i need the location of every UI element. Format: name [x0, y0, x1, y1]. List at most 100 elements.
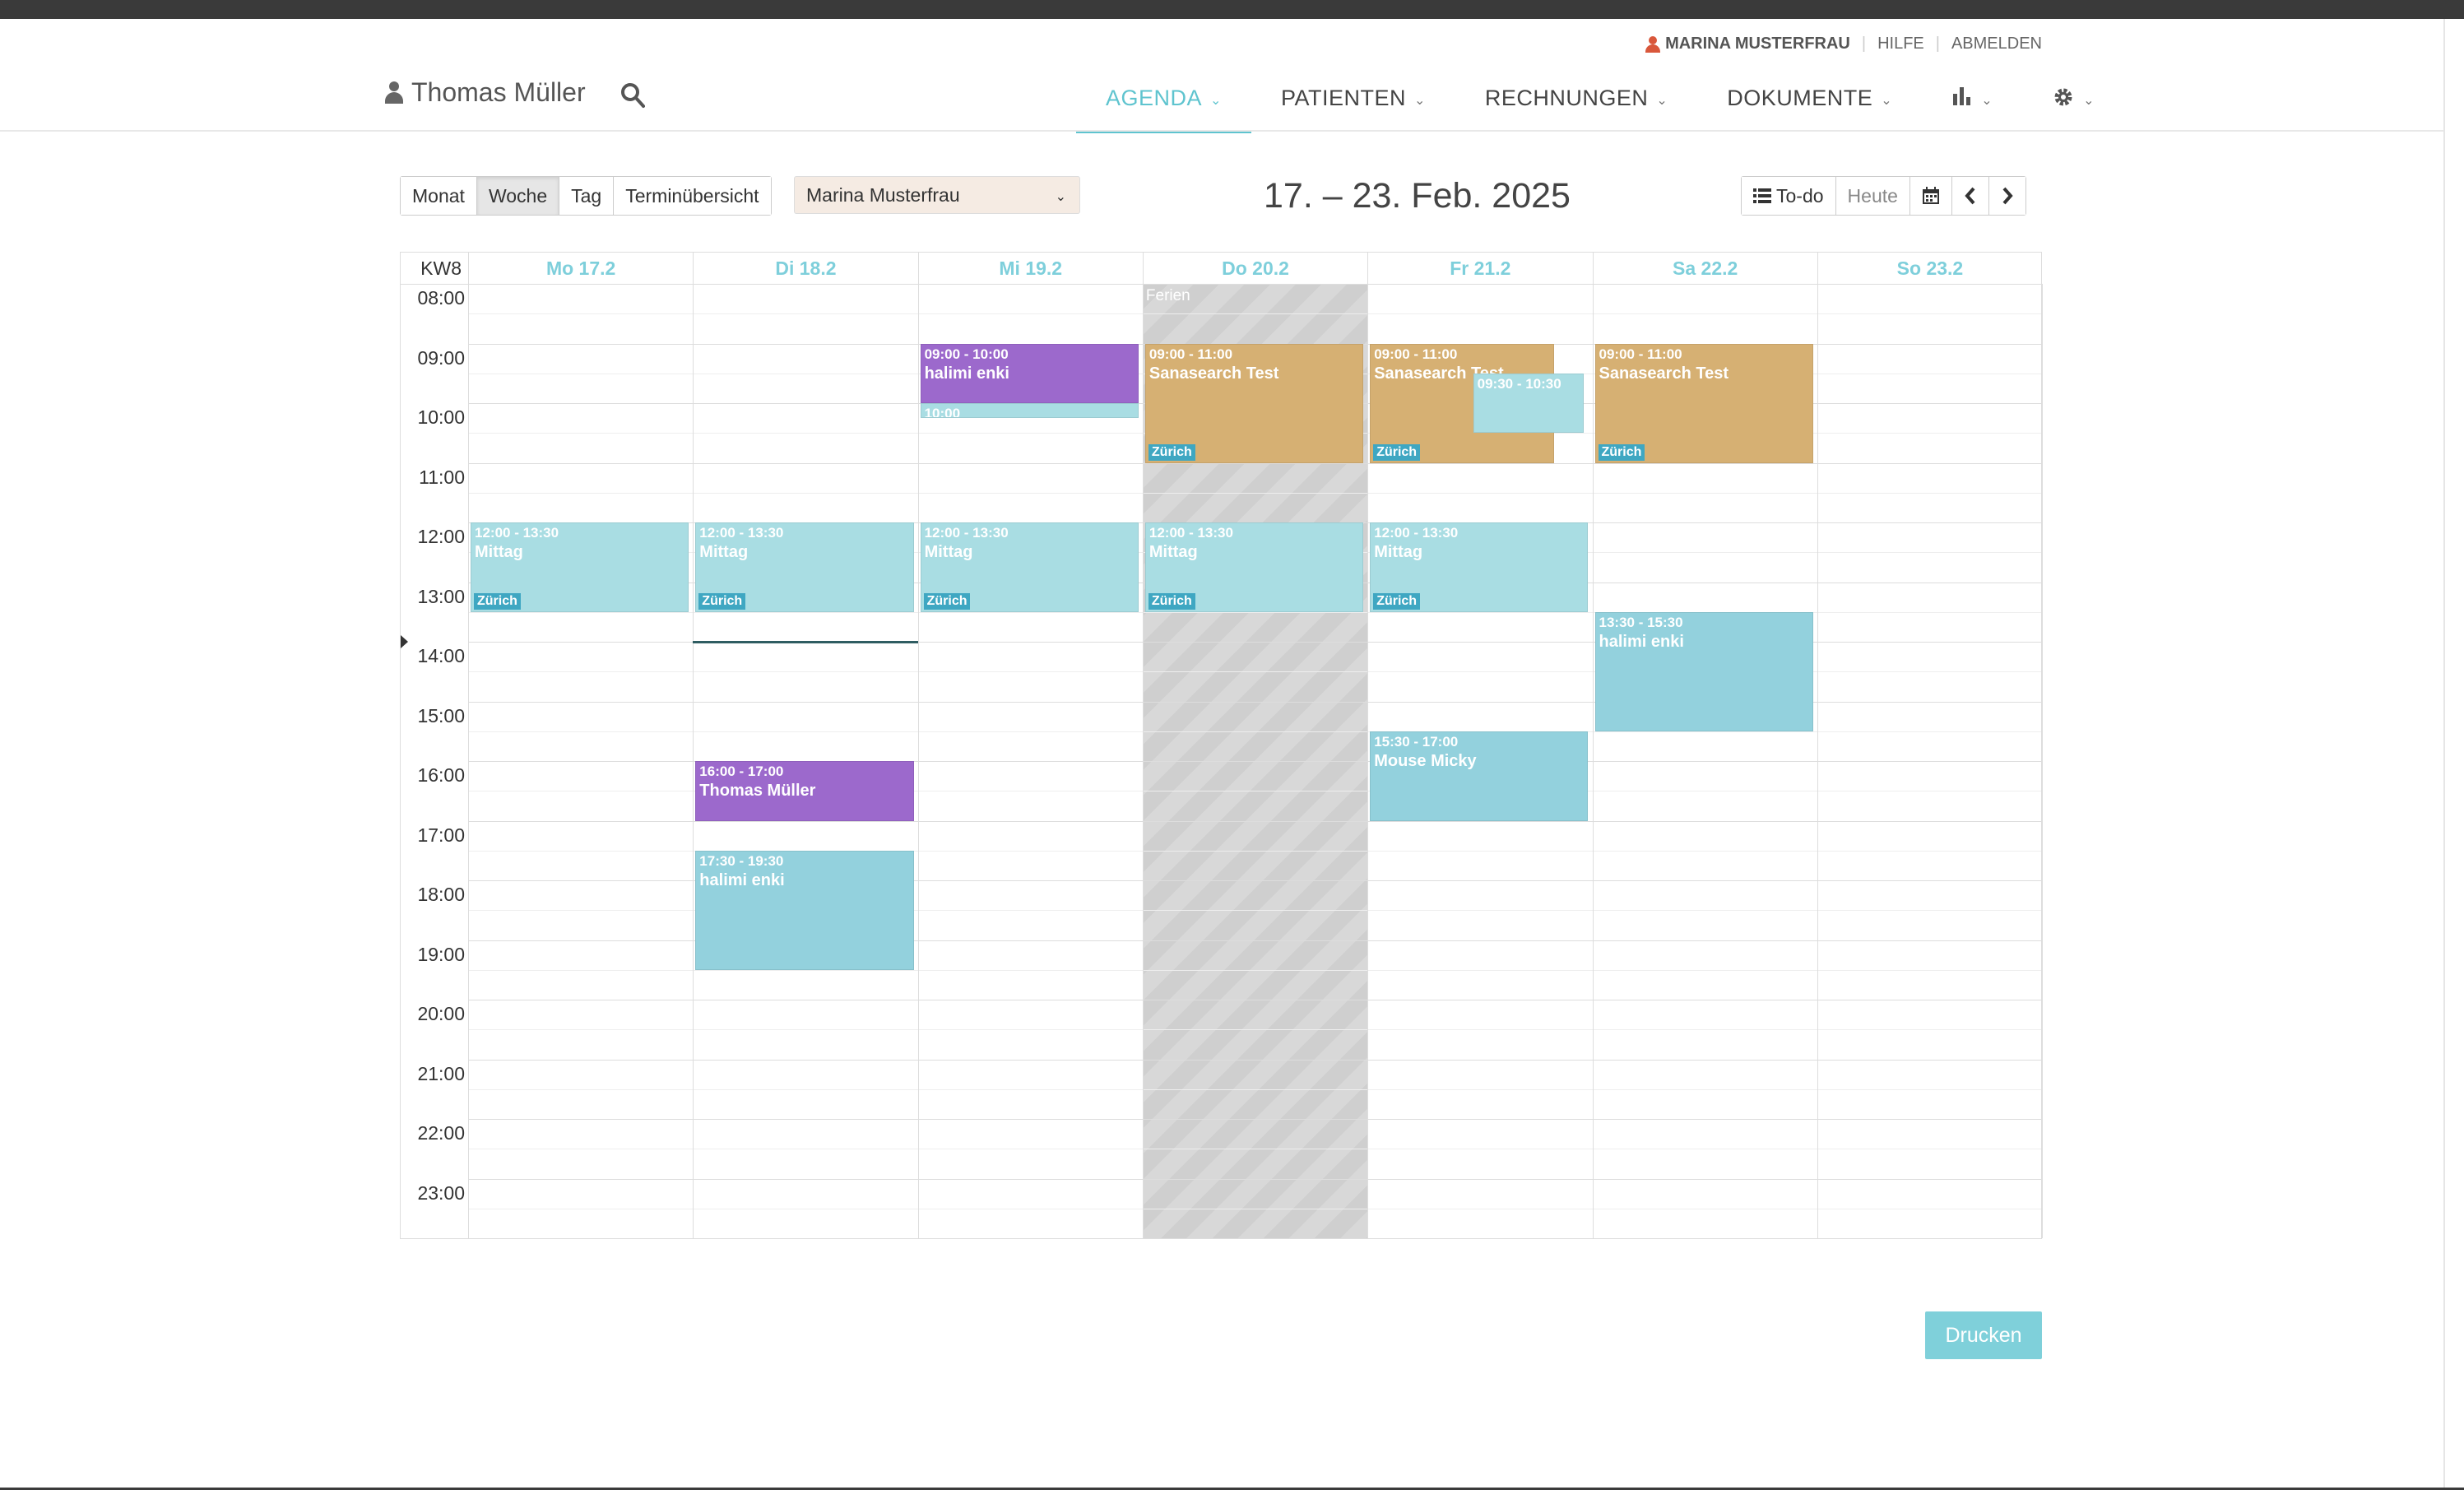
event-location-badge: Zürich	[698, 592, 746, 610]
week-calendar: KW8 Mo 17.2 Di 18.2 Mi 19.2 Do 20.2 Fr 21.2 S…	[400, 252, 2044, 1239]
chevron-down-icon: ⌄	[1413, 94, 1426, 108]
calendar-event[interactable]: 15:30 - 17:00 Mouse Micky	[1370, 731, 1589, 821]
nav-dokumente[interactable]: DOKUMENTE ⌄	[1697, 86, 1922, 132]
help-link[interactable]: HILFE	[1877, 35, 1924, 53]
event-title: halimi enki	[699, 870, 785, 889]
nav-rechnungen-label: RECHNUNGEN	[1484, 86, 1649, 110]
event-time: 09:00 - 10:00	[924, 346, 1009, 362]
event-title: Thomas Müller	[699, 782, 816, 800]
event-time: 09:00 - 11:00	[1374, 346, 1458, 362]
event-time: 15:30 - 17:00	[1374, 733, 1459, 750]
current-time-arrow-icon	[401, 635, 408, 648]
nav-statistics[interactable]: ⌄	[1922, 86, 2022, 132]
event-time: 09:00 - 11:00	[1148, 346, 1233, 362]
event-time: 12:00 - 13:30	[699, 525, 784, 541]
half-hour-line	[468, 1088, 2041, 1090]
day-header[interactable]: Fr 21.2	[1367, 253, 1592, 284]
todo-button[interactable]: To-do	[1742, 177, 1836, 215]
event-location-badge: Zürich	[1373, 443, 1421, 461]
calendar-event[interactable]: 17:30 - 19:30 halimi enki	[695, 850, 914, 970]
time-label: 14:00	[417, 645, 465, 666]
nav-agenda[interactable]: AGENDA ⌄	[1076, 86, 1251, 133]
view-month-button[interactable]: Monat	[401, 177, 477, 215]
calendar-header-row: KW8 Mo 17.2 Di 18.2 Mi 19.2 Do 20.2 Fr 21.2 S…	[401, 253, 2041, 285]
calendar-event[interactable]: 09:00 - 10:00 halimi enki	[920, 343, 1139, 403]
event-time: 13:30 - 15:30	[1599, 614, 1683, 630]
nav-agenda-label: AGENDA	[1106, 86, 1203, 110]
event-time: 12:00 - 13:30	[475, 525, 559, 541]
half-hour-line	[468, 313, 2041, 315]
day-header[interactable]: Sa 22.2	[1592, 253, 1817, 284]
nav-patienten-label: PATIENTEN	[1280, 86, 1406, 110]
view-overview-button[interactable]: Terminübersicht	[614, 177, 771, 215]
day-header[interactable]: So 23.2	[1817, 253, 2042, 284]
calendar-user-select[interactable]: Marina Musterfrau ⌄	[794, 176, 1080, 214]
logout-link[interactable]: ABMELDEN	[1951, 35, 2042, 53]
time-label: 20:00	[417, 1003, 465, 1024]
calendar-toolbar-right: To-do Heute	[1741, 176, 2026, 216]
gear-icon	[2054, 88, 2072, 106]
event-location-badge: Zürich	[1598, 443, 1645, 461]
time-label: 15:00	[417, 704, 465, 726]
calendar-grid[interactable]: Ferien 08:00 09:00 10:00 11:00 12:00 13:00 14:0…	[401, 284, 2044, 1238]
current-user-link[interactable]: MARINA MUSTERFRAU	[1665, 35, 1850, 53]
event-title: Mouse Micky	[1374, 751, 1477, 770]
search-icon[interactable]	[620, 82, 645, 109]
datepicker-button[interactable]	[1909, 177, 1952, 215]
print-button[interactable]: Drucken	[1925, 1311, 2042, 1359]
time-label: 08:00	[417, 287, 465, 309]
time-label: 17:00	[417, 824, 465, 846]
day-column-line	[1592, 284, 1594, 1238]
day-header[interactable]: Do 20.2	[1142, 253, 1367, 284]
hour-line	[468, 820, 2041, 822]
calendar-event[interactable]: 12:00 - 13:30 Mittag Zürich	[471, 522, 689, 612]
main-nav: AGENDA ⌄ PATIENTEN ⌄ RECHNUNGEN ⌄ DOKUMENTE…	[1076, 86, 2124, 133]
calendar-event[interactable]: 12:00 - 13:30 Mittag Zürich	[1144, 522, 1364, 612]
chevron-down-icon: ⌄	[2083, 94, 2095, 108]
time-label: 23:00	[417, 1181, 465, 1204]
event-time: 16:00 - 17:00	[699, 764, 784, 779]
previous-week-button[interactable]	[1951, 177, 1989, 215]
nav-settings[interactable]: ⌄	[2022, 86, 2124, 132]
day-column-line	[1817, 284, 1818, 1238]
event-location-badge: Zürich	[1373, 592, 1421, 610]
time-label: 10:00	[417, 406, 465, 428]
calendar-event[interactable]: 09:00 - 11:00 Sanasearch Test Zürich	[1594, 343, 1813, 463]
hour-line	[468, 284, 2041, 285]
view-week-button[interactable]: Woche	[476, 177, 560, 215]
nav-rechnungen[interactable]: RECHNUNGEN ⌄	[1455, 86, 1697, 132]
nav-patienten[interactable]: PATIENTEN ⌄	[1251, 86, 1455, 132]
event-time: 12:00 - 13:30	[1148, 525, 1233, 541]
day-column-line	[1142, 284, 1144, 1238]
today-button[interactable]: Heute	[1835, 177, 1910, 215]
day-header[interactable]: Mi 19.2	[917, 253, 1143, 284]
calendar-event[interactable]: 10:00	[920, 403, 1139, 419]
calendar-event[interactable]: 12:00 - 13:30 Mittag Zürich	[695, 522, 914, 612]
time-label: 09:00	[417, 346, 465, 369]
day-column-line	[693, 284, 694, 1238]
bar-chart-icon	[1953, 87, 1971, 105]
half-hour-line	[468, 492, 2041, 494]
event-title: Mittag	[1374, 543, 1423, 561]
next-week-button[interactable]	[1988, 177, 2025, 215]
event-location-badge: Zürich	[1148, 592, 1195, 610]
view-switcher: Monat Woche Tag Terminübersicht	[400, 176, 772, 216]
day-header[interactable]: Mo 17.2	[468, 253, 693, 284]
view-day-button[interactable]: Tag	[559, 177, 615, 215]
user-bar: MARINA MUSTERFRAU | HILFE | ABMELDEN	[1645, 35, 2042, 53]
calendar-event[interactable]: 09:00 - 11:00 Sanasearch Test Zürich	[1144, 343, 1364, 463]
time-label: 12:00	[417, 526, 465, 547]
day-header[interactable]: Di 18.2	[693, 253, 917, 284]
event-title: Sanasearch Test	[1599, 364, 1729, 383]
practitioner-name[interactable]: Thomas Müller	[385, 77, 586, 108]
calendar-event[interactable]: 13:30 - 15:30 halimi enki	[1594, 611, 1813, 731]
calendar-event[interactable]: 16:00 - 17:00 Thomas Müller	[695, 761, 914, 821]
chevron-left-icon	[1965, 187, 1975, 205]
day-column-line	[917, 284, 919, 1238]
calendar-event[interactable]: 12:00 - 13:30 Mittag Zürich	[920, 522, 1139, 612]
calendar-event[interactable]: 09:30 - 10:30	[1473, 373, 1584, 434]
event-time: 09:30 - 10:30	[1477, 375, 1561, 392]
event-title: halimi enki	[924, 364, 1009, 383]
calendar-event[interactable]: 12:00 - 13:30 Mittag Zürich	[1370, 522, 1589, 612]
calendar-icon	[1922, 187, 1939, 204]
